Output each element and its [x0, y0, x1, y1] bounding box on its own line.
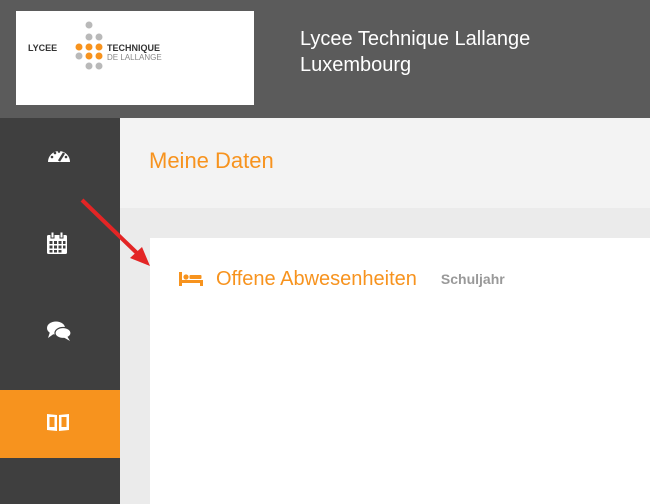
chat-icon [47, 321, 72, 341]
main-content: Meine Daten Offene Abwesenheiten Schulja… [120, 118, 650, 504]
page-title-bar: Meine Daten [120, 118, 650, 208]
bed-icon [179, 272, 203, 286]
school-name-line1: Lycee Technique Lallange [300, 28, 531, 50]
school-name-line2: Luxembourg [300, 54, 412, 76]
school-name: Lycee Technique Lallange Luxembourg [300, 26, 530, 78]
page-title: Meine Daten [149, 148, 274, 173]
sidebar-item-dashboard[interactable] [0, 122, 120, 190]
sidebar-item-messages[interactable] [0, 298, 120, 366]
logo-word-right: TECHNIQUE [107, 43, 160, 53]
app-header: LYCEE TECHNIQUE DE LALLANGE Lycee Techni… [0, 0, 650, 118]
dashboard-icon [48, 150, 70, 162]
panel-header[interactable]: Offene Abwesenheiten Schuljahr [178, 264, 505, 294]
sidebar-item-calendar[interactable] [0, 209, 120, 277]
sidebar-item-book[interactable] [0, 390, 120, 458]
school-logo[interactable]: LYCEE TECHNIQUE DE LALLANGE [16, 11, 254, 105]
sidebar [0, 118, 120, 504]
panel-title: Offene Abwesenheiten [216, 267, 417, 290]
calendar-icon [47, 231, 67, 254]
logo-graphic: LYCEE TECHNIQUE DE LALLANGE [28, 21, 162, 70]
logo-word-bottom: DE LALLANGE [107, 53, 162, 62]
logo-word-left: LYCEE [28, 43, 57, 53]
school-year-label: Schuljahr [440, 271, 505, 287]
absences-panel: Offene Abwesenheiten Schuljahr [150, 238, 650, 504]
book-icon [47, 414, 69, 431]
content-spacer [120, 208, 650, 238]
